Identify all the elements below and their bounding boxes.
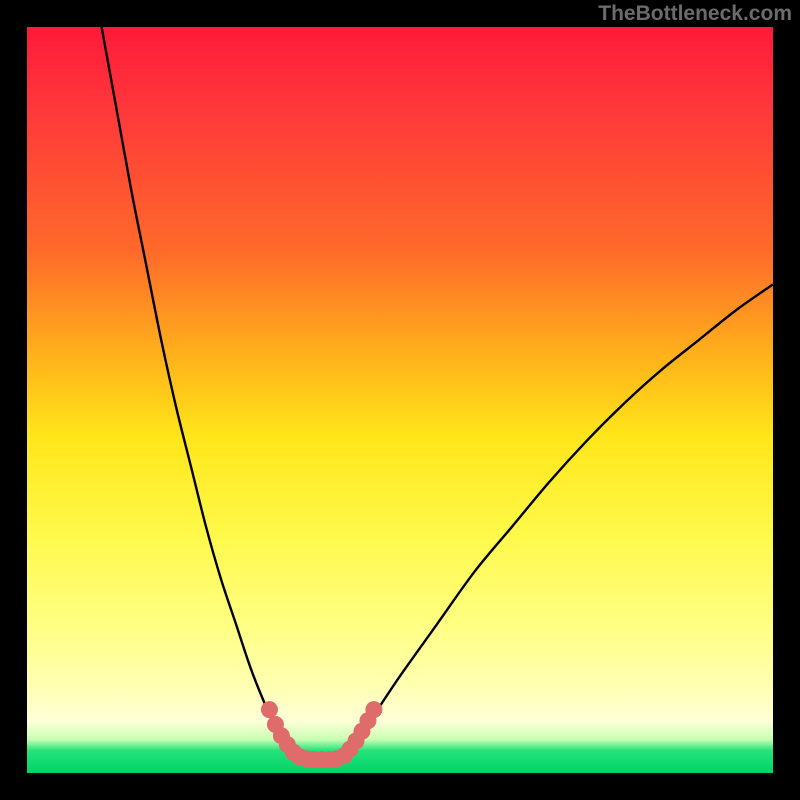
- plot-area: [27, 27, 773, 773]
- curve-layer: [27, 27, 773, 773]
- data-marker: [365, 701, 382, 718]
- data-marker: [261, 701, 278, 718]
- left-curve: [102, 27, 303, 758]
- right-curve: [340, 284, 773, 758]
- chart-frame: TheBottleneck.com: [0, 0, 800, 800]
- marker-group: [261, 701, 382, 768]
- attribution-label: TheBottleneck.com: [598, 2, 792, 26]
